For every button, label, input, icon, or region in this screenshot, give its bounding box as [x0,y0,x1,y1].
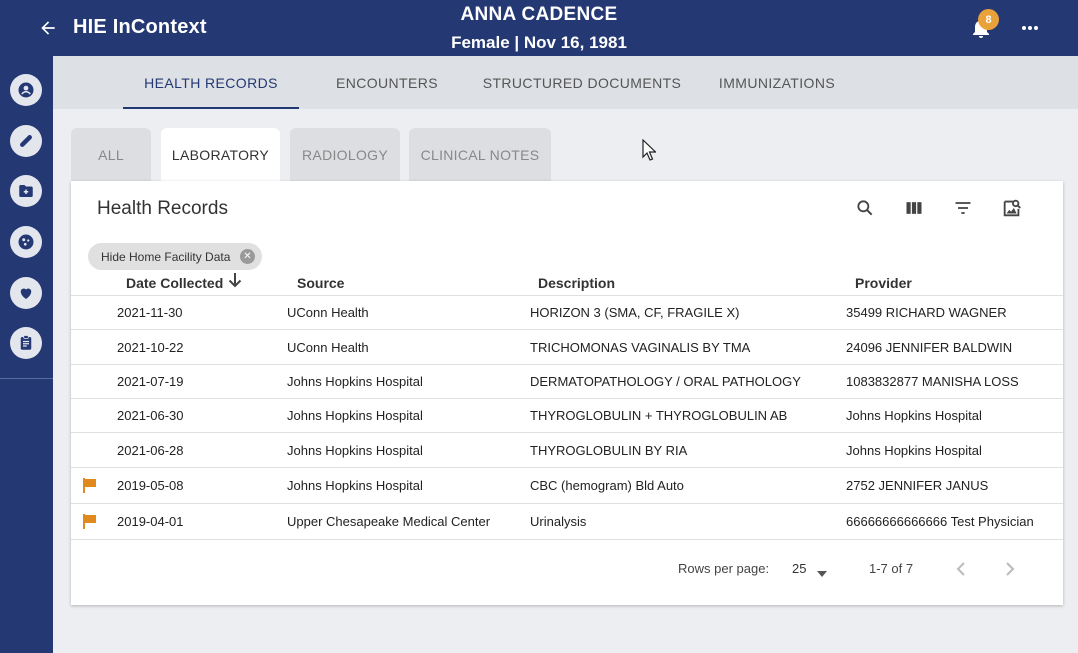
cell-provider: Johns Hopkins Hospital [846,442,982,458]
cell-source: UConn Health [287,339,369,355]
search-icon[interactable] [853,196,877,220]
caret-down-icon[interactable] [817,564,827,582]
mouse-cursor-icon [642,138,657,166]
filter-chip-label: Hide Home Facility Data [101,249,231,264]
cell-source: Johns Hopkins Hospital [287,442,423,458]
more-options-icon[interactable] [1019,16,1041,40]
table-row[interactable]: 2019-05-08 Johns Hopkins Hospital CBC (hem… [71,468,1063,504]
cell-source: Johns Hopkins Hospital [287,408,423,423]
cell-description: Urinalysis [530,514,587,529]
table-row[interactable]: 2021-07-19 Johns Hopkins Hospital DERMATOP… [71,365,1063,399]
filter-chip: Hide Home Facility Data ✕ [88,243,262,270]
table-row[interactable]: 2021-06-28 Johns Hopkins Hospital THYROGLO… [71,433,1063,468]
patient-banner: ANNA CADENCE Female | Nov 16, 1981 [0,4,1078,53]
tab-immunizations[interactable]: IMMUNIZATIONS [709,56,845,109]
tab-health-records[interactable]: HEALTH RECORDS [123,56,299,109]
cell-source: Upper Chesapeake Medical Center [287,514,491,529]
cell-source: UConn Health [287,305,369,320]
table-row[interactable]: 2021-06-30 Johns Hopkins Hospital THYROGLO… [71,399,1063,433]
subtab-clinical-notes[interactable]: CLINICAL NOTES [409,128,551,181]
top-app-bar: HIE InContext ANNA CADENCE Female | Nov … [0,0,1078,56]
sidebar-item-conditions[interactable] [10,226,42,258]
cell-description: THYROGLOBULIN BY RIA [530,442,688,458]
sidebar-item-demographics[interactable] [10,74,42,106]
column-header-date[interactable]: Date Collected [126,275,223,291]
virus-icon [18,234,34,250]
card-title: Health Records [97,198,228,219]
columns-icon[interactable] [902,196,926,220]
folder-add-icon [19,185,33,197]
cell-provider: Johns Hopkins Hospital [846,408,982,423]
cell-source: Johns Hopkins Hospital [287,478,423,493]
clipboard-icon [20,335,32,350]
sidebar-item-documents[interactable] [10,327,42,359]
patient-name: ANNA CADENCE [460,4,618,25]
cell-date: 2021-11-30 [117,305,183,320]
flag-icon [82,477,98,493]
health-records-card: Health Records Hide Home Facility Data ✕… [71,181,1063,605]
filter-icon[interactable] [951,196,975,220]
subtab-laboratory[interactable]: LABORATORY [161,128,280,181]
flag-icon [82,513,98,529]
cell-date: 2021-06-30 [117,408,184,423]
pill-icon [20,135,32,147]
table-row[interactable]: 2019-04-01 Upper Chesapeake Medical Cente… [71,504,1063,540]
sidebar-item-health-records[interactable] [10,175,42,207]
cell-description: HORIZON 3 (SMA, CF, FRAGILE X) [530,305,740,320]
cell-provider: 35499 RICHARD WAGNER [846,305,1007,320]
rows-per-page-label: Rows per page: [678,561,770,576]
cell-date: 2021-07-19 [117,374,184,389]
subtab-radiology[interactable]: RADIOLOGY [290,128,400,181]
cell-date: 2019-05-08 [117,478,184,493]
rows-per-page-select[interactable]: 25 [792,561,806,576]
main-nav-tabs: HEALTH RECORDS ENCOUNTERS STRUCTURED DOC… [53,56,1078,109]
cell-provider: 2752 JENNIFER JANUS [846,478,989,493]
sidebar-divider [0,378,53,379]
image-search-icon[interactable] [1000,196,1024,220]
patient-demographics: Female | Nov 16, 1981 [451,33,627,52]
chip-remove-icon[interactable]: ✕ [240,249,255,264]
column-header-provider[interactable]: Provider [855,275,912,291]
cell-description: TRICHOMONAS VAGINALIS BY TMA [530,339,751,355]
column-header-description[interactable]: Description [538,275,615,291]
subtab-all[interactable]: ALL [71,128,151,181]
column-header-source[interactable]: Source [297,275,344,291]
cell-description: DERMATOPATHOLOGY / ORAL PATHOLOGY [530,374,801,389]
cell-provider: 1083832877 MANISHA LOSS [846,374,1019,389]
cell-date: 2021-06-28 [117,442,184,458]
table-row[interactable]: 2021-10-22 UConn Health TRICHOMONAS VAGINA… [71,330,1063,365]
cell-date: 2021-10-22 [117,339,184,355]
person-icon [18,82,34,98]
cell-provider: 66666666666666 Test Physician [846,514,1034,529]
cell-description: CBC (hemogram) Bld Auto [530,478,684,493]
sort-desc-icon[interactable] [227,271,243,294]
sidebar-item-medications[interactable] [10,125,42,157]
cell-source: Johns Hopkins Hospital [287,374,423,389]
heart-hand-icon [20,288,32,299]
notification-badge: 8 [978,9,999,30]
cell-date: 2019-04-01 [117,514,184,529]
pagination-range: 1-7 of 7 [869,561,914,576]
active-tab-indicator [123,107,299,109]
table-row[interactable]: 2021-11-30 UConn Health HORIZON 3 (SMA, CF… [71,296,1063,330]
tab-encounters[interactable]: ENCOUNTERS [321,56,453,109]
sidebar-item-care[interactable] [10,277,42,309]
tab-structured-documents[interactable]: STRUCTURED DOCUMENTS [473,56,691,109]
sidebar [0,56,53,653]
cell-provider: 24096 JENNIFER BALDWIN [846,339,1013,355]
next-page-icon[interactable] [998,557,1022,581]
prev-page-icon[interactable] [949,557,973,581]
cell-description: THYROGLOBULIN + THYROGLOBULIN AB [530,408,788,423]
